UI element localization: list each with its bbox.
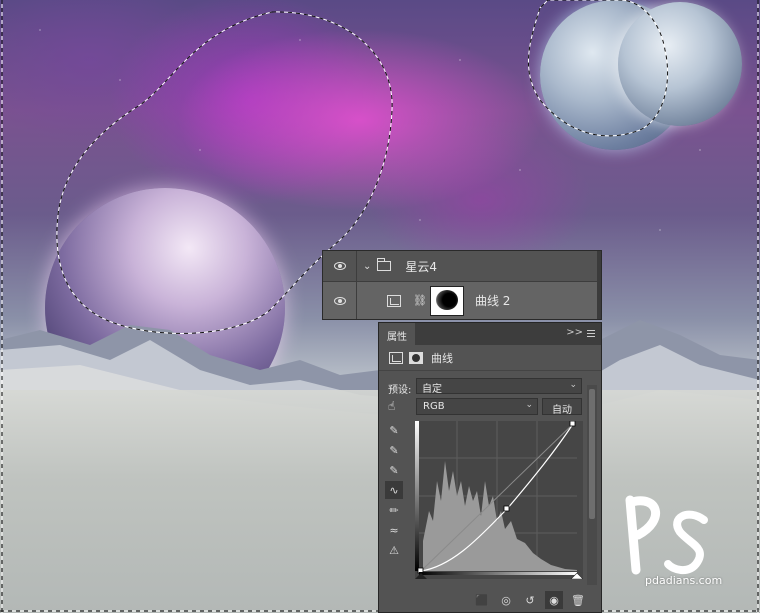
visibility-icon[interactable]: ◉	[545, 591, 563, 609]
gray-point-eyedropper-icon[interactable]: ✎	[385, 441, 403, 459]
smooth-icon[interactable]: ≈	[385, 521, 403, 539]
pencil-icon[interactable]: ✏	[385, 501, 403, 519]
channel-value: RGB	[423, 401, 445, 412]
layer-group-row[interactable]: ⌄ 星云4	[323, 251, 601, 282]
layer-visibility-toggle[interactable]	[323, 282, 357, 319]
delete-icon[interactable]: 🗑	[569, 591, 587, 609]
layers-panel: ⌄ 星云4 ⛓ 曲线 2	[322, 250, 602, 320]
output-gradient-bar	[415, 421, 419, 571]
chevron-down-icon: ⌄	[569, 380, 577, 390]
clip-to-layer-icon[interactable]: ⬛	[473, 591, 491, 609]
on-image-adjust-icon[interactable]: ☝	[388, 399, 395, 413]
eye-icon	[333, 262, 346, 270]
panel-menu-icon[interactable]	[587, 330, 595, 337]
chevron-down-icon: ⌄	[525, 400, 533, 410]
curves-toolbar: ✎ ✎ ✎ ∿ ✏ ≈ ⚠	[385, 421, 405, 561]
curves-layer-row[interactable]: ⛓ 曲线 2	[323, 282, 601, 319]
scrollbar-thumb[interactable]	[589, 389, 595, 519]
black-point-eyedropper-icon[interactable]: ✎	[385, 421, 403, 439]
curve-point-mid	[503, 505, 510, 512]
adjustment-icon[interactable]	[387, 294, 401, 307]
preset-label: 预设:	[388, 385, 412, 396]
white-point-eyedropper-icon[interactable]: ✎	[385, 461, 403, 479]
properties-panel: 属性 >> 曲线 预设: 自定 ⌄ ☝ RGB ⌄ 自动 ✎ ✎ ✎ ∿ ✏ ≈…	[378, 322, 602, 613]
view-previous-icon[interactable]: ◎	[497, 591, 515, 609]
properties-tabbar: 属性 >>	[379, 323, 601, 345]
clipping-warning-icon[interactable]: ⚠	[385, 541, 403, 559]
channel-dropdown[interactable]: RGB ⌄	[416, 398, 538, 415]
curve-point-icon[interactable]: ∿	[385, 481, 403, 499]
auto-button[interactable]: 自动	[542, 398, 582, 416]
curves-graph[interactable]	[415, 421, 583, 579]
curve-point-white	[569, 421, 576, 427]
collapse-panel-button[interactable]: >>	[566, 327, 583, 338]
properties-scrollbar[interactable]	[587, 385, 597, 585]
reset-icon[interactable]: ↺	[521, 591, 539, 609]
adjustment-icon[interactable]	[389, 351, 403, 364]
link-icon[interactable]: ⛓	[413, 294, 427, 307]
eye-icon	[333, 296, 346, 305]
mask-icon[interactable]	[409, 351, 423, 364]
group-name: 星云4	[405, 259, 438, 274]
properties-footer: ⬛ ◎ ↺ ◉ 🗑	[379, 588, 601, 612]
mask-thumbnail[interactable]	[429, 285, 464, 316]
group-visibility-toggle[interactable]	[323, 251, 357, 281]
preset-dropdown[interactable]: 自定 ⌄	[416, 378, 582, 395]
preset-value: 自定	[422, 384, 442, 395]
layers-scrollbar[interactable]	[597, 251, 601, 319]
properties-header: 曲线	[379, 345, 601, 371]
layer-name: 曲线 2	[474, 294, 511, 308]
folder-icon	[377, 258, 392, 271]
tab-properties[interactable]: 属性	[379, 323, 415, 345]
input-gradient-bar	[419, 572, 577, 575]
planet-top-right-2	[618, 2, 742, 126]
watermark-url: pdadians.com	[645, 574, 723, 587]
adjustment-title: 曲线	[431, 351, 453, 365]
chevron-down-icon[interactable]: ⌄	[363, 261, 371, 272]
